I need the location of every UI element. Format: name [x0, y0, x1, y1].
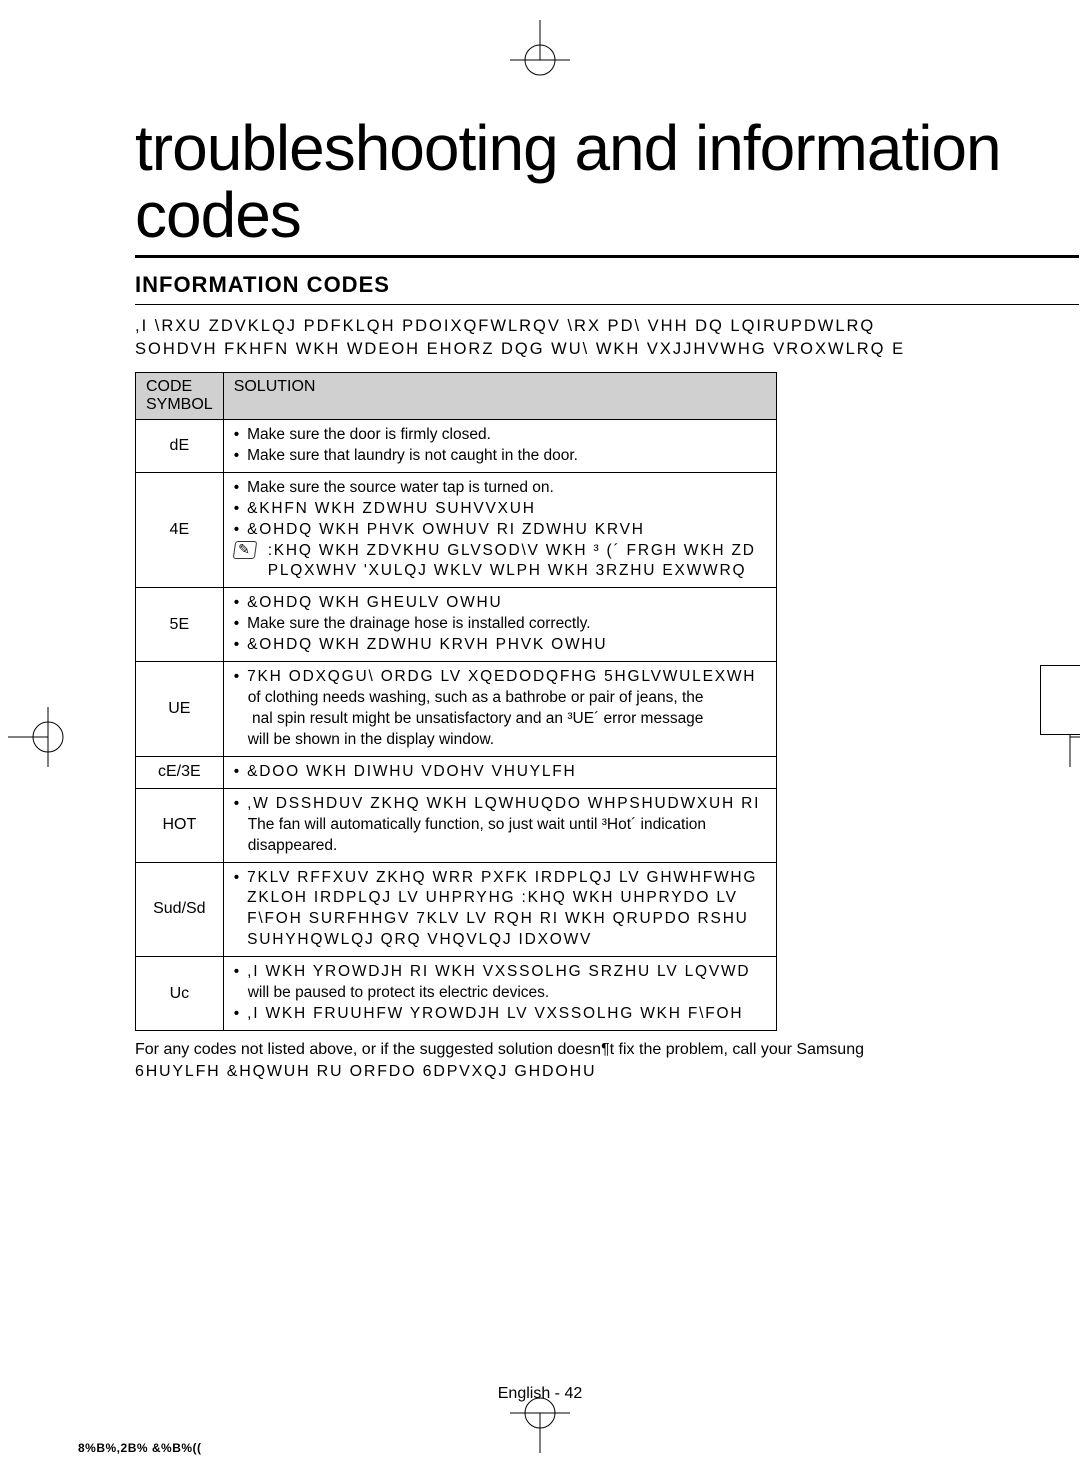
small-footer: 8%B%,2B% &%B%((: [78, 1441, 202, 1455]
intro-text: ,I \RXU ZDVKLQJ PDFKLQH PDOIXQFWLRQV \RX…: [135, 315, 1079, 360]
code-cell: 4E: [136, 472, 224, 588]
solution-cell: •&OHDQ WKH GHEULV OWHU•Make sure the dra…: [223, 588, 776, 662]
table-row: cE/3E•&DOO WKH DIWHU VDOHV VHUYLFH: [136, 756, 777, 788]
code-cell: HOT: [136, 788, 224, 862]
solution-cell: •7KLV RFFXUV ZKHQ WRR PXFK IRDPLQJ LV GH…: [223, 862, 776, 957]
table-row: 4E•Make sure the source water tap is tur…: [136, 472, 777, 588]
solution-cell: •Make sure the source water tap is turne…: [223, 472, 776, 588]
header-code: CODE SYMBOL: [136, 372, 224, 419]
code-cell: Uc: [136, 957, 224, 1031]
table-row: UE•7KH ODXQGU\ ORDG LV XQEDODQFHG 5HGLVW…: [136, 662, 777, 757]
code-cell: UE: [136, 662, 224, 757]
code-cell: dE: [136, 419, 224, 472]
table-row: Sud/Sd•7KLV RFFXUV ZKHQ WRR PXFK IRDPLQJ…: [136, 862, 777, 957]
header-solution: SOLUTION: [223, 372, 776, 419]
crop-mark-left: [8, 697, 68, 777]
divider: [135, 304, 1079, 305]
code-cell: 5E: [136, 588, 224, 662]
solution-cell: •7KH ODXQGU\ ORDG LV XQEDODQFHG 5HGLVWUL…: [223, 662, 776, 757]
section-header: INFORMATION CODES: [135, 272, 1079, 298]
code-cell: Sud/Sd: [136, 862, 224, 957]
footnote: For any codes not listed above, or if th…: [135, 1039, 1079, 1084]
page-title: troubleshooting and information codes: [135, 115, 1079, 258]
crop-mark-top: [500, 20, 580, 80]
code-cell: cE/3E: [136, 756, 224, 788]
table-row: HOT•,W DSSHDUV ZKHQ WKH LQWHUQDO WHPSHUD…: [136, 788, 777, 862]
solution-cell: •,W DSSHDUV ZKHQ WKH LQWHUQDO WHPSHUDWXU…: [223, 788, 776, 862]
table-row: Uc•,I WKH YROWDJH RI WKH VXSSOLHG SRZHU …: [136, 957, 777, 1031]
solution-cell: •&DOO WKH DIWHU VDOHV VHUYLFH: [223, 756, 776, 788]
solution-cell: •Make sure the door is ﬁrmly closed.•Mak…: [223, 419, 776, 472]
solution-cell: •,I WKH YROWDJH RI WKH VXSSOLHG SRZHU LV…: [223, 957, 776, 1031]
table-row: 5E•&OHDQ WKH GHEULV OWHU•Make sure the d…: [136, 588, 777, 662]
table-row: dE•Make sure the door is ﬁrmly closed.•M…: [136, 419, 777, 472]
page-footer: English - 42: [498, 1385, 583, 1403]
codes-table: CODE SYMBOL SOLUTION dE•Make sure the do…: [135, 372, 777, 1031]
note-icon: [232, 541, 257, 559]
table-header-row: CODE SYMBOL SOLUTION: [136, 372, 777, 419]
